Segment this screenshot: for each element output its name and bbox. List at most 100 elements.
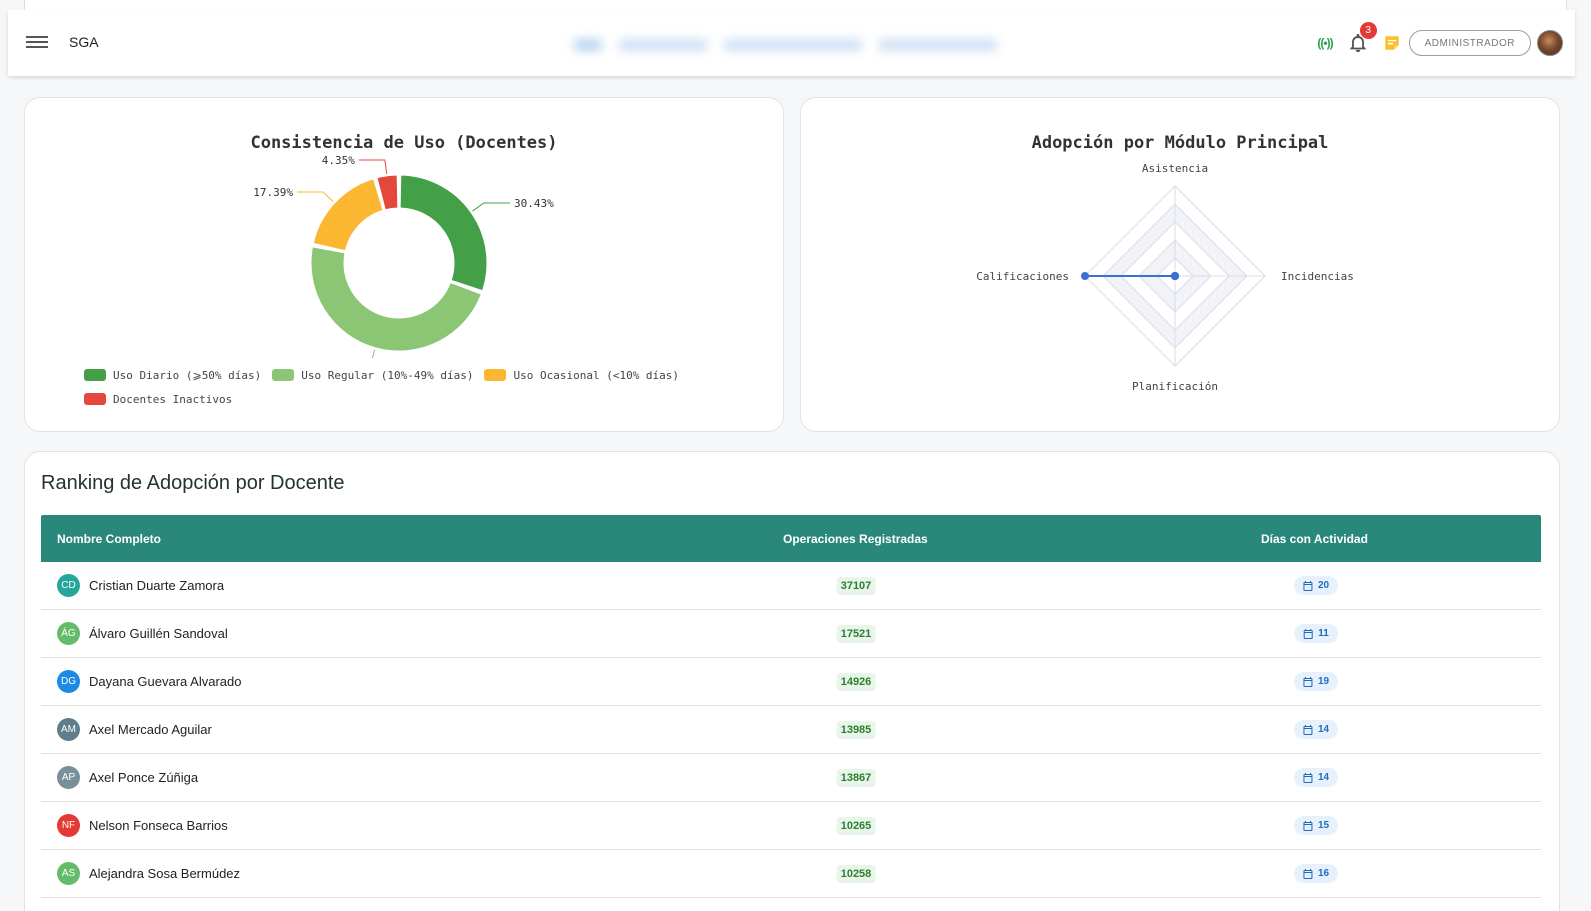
legend-item[interactable]: Uso Ocasional (<10% días)	[484, 369, 679, 382]
teacher-avatar: DG	[57, 670, 80, 693]
column-header-operations[interactable]: Operaciones Registradas	[783, 532, 928, 546]
top-border	[24, 0, 1567, 10]
calendar-icon	[1303, 724, 1313, 735]
toolbar-right: ((•)) 3 ADMINISTRADOR	[1317, 22, 1563, 59]
activity-days-badge: 16	[1293, 864, 1339, 883]
activity-days-value: 16	[1317, 868, 1330, 879]
operations-count-badge: 10258	[836, 865, 876, 883]
operations-count-badge: 37107	[836, 577, 876, 595]
calendar-icon	[1303, 772, 1313, 783]
radar-axis-label: Calificaciones	[976, 270, 1069, 283]
radar-data-point	[1171, 272, 1179, 280]
column-header-days[interactable]: Días con Actividad	[1261, 532, 1368, 546]
ranking-card: Ranking de Adopción por Docente Nombre C…	[24, 451, 1560, 911]
activity-days-badge: 11	[1294, 624, 1338, 643]
legend-label: Docentes Inactivos	[113, 392, 233, 406]
legend-item[interactable]: Uso Diario (⩾50% días)	[84, 369, 261, 382]
activity-days-badge: 15	[1293, 816, 1339, 835]
teacher-name: Álvaro Guillén Sandoval	[89, 626, 228, 641]
radar-data-point	[1081, 272, 1089, 280]
calendar-icon	[1303, 868, 1313, 879]
donut-data-label: 17.39%	[253, 186, 293, 199]
table-row[interactable]: AM Axel Mercado Aguilar 13985 14	[41, 706, 1541, 754]
table-header: Nombre Completo Operaciones Registradas …	[41, 515, 1541, 562]
table-row[interactable]: AP Axel Ponce Zúñiga 13867 14	[41, 754, 1541, 802]
teacher-avatar: ÁG	[57, 622, 80, 645]
donut-leader-line	[472, 202, 510, 212]
legend-item[interactable]: Docentes Inactivos	[84, 393, 232, 406]
module-radar-chart: Asistencia Incidencias Planificación Califi…	[976, 162, 1354, 393]
calendar-icon	[1303, 676, 1313, 687]
top-app-bar: SGA ((•)) 3 ADMINISTRADOR	[8, 10, 1575, 76]
legend-swatch	[84, 393, 106, 405]
radar-axis-label: Planificación	[1132, 380, 1218, 393]
activity-days-badge: 14	[1293, 768, 1339, 787]
operations-count-badge: 13985	[836, 721, 876, 739]
teacher-avatar: NF	[57, 814, 80, 837]
table-row[interactable]: DG Dayana Guevara Alvarado 14926 19	[41, 658, 1541, 706]
legend-label: Uso Regular (10%-49% días)	[301, 368, 474, 382]
usage-legend: Uso Diario (⩾50% días) Uso Regular (10%-4…	[84, 363, 784, 411]
table-row[interactable]: AS Alejandra Sosa Bermúdez 10258 16	[41, 850, 1541, 898]
ranking-table: Nombre Completo Operaciones Registradas …	[41, 515, 1541, 898]
operations-count-badge: 17521	[836, 625, 876, 643]
calendar-icon	[1303, 628, 1313, 639]
connection-status-icon[interactable]: ((•))	[1317, 36, 1333, 50]
donut-data-label: 47.83%	[301, 357, 341, 358]
blurred-navigation	[573, 37, 1003, 53]
teacher-name: Dayana Guevara Alvarado	[89, 674, 242, 689]
donut-leader-line	[358, 159, 388, 174]
calendar-icon	[1303, 820, 1313, 831]
ranking-title: Ranking de Adopción por Docente	[41, 472, 345, 494]
donut-leader-line	[296, 191, 334, 202]
sticky-note-icon[interactable]	[1383, 34, 1401, 52]
calendar-icon	[1303, 580, 1313, 591]
donut-data-label: 4.35%	[322, 154, 355, 167]
activity-days-value: 11	[1318, 628, 1329, 639]
usage-donut-chart: 30.43% 47.83% 17.39% 4.35%	[253, 154, 554, 358]
role-button[interactable]: ADMINISTRADOR	[1408, 30, 1531, 56]
teacher-name: Axel Mercado Aguilar	[89, 722, 212, 737]
radar-axis-label: Asistencia	[1142, 162, 1208, 175]
user-avatar[interactable]	[1537, 30, 1563, 56]
activity-days-value: 20	[1317, 580, 1330, 591]
operations-count-badge: 13867	[836, 769, 876, 787]
teacher-avatar: AP	[57, 766, 80, 789]
teacher-name: Cristian Duarte Zamora	[89, 578, 225, 593]
donut-slice	[312, 178, 384, 252]
donut-leader-line	[371, 349, 376, 358]
legend-item[interactable]: Uso Regular (10%-49% días)	[272, 369, 473, 382]
operations-count-badge: 10265	[836, 817, 876, 835]
usage-consistency-card: Consistencia de Uso (Docentes) 30.43%47.…	[24, 97, 784, 432]
legend-swatch	[484, 369, 507, 381]
activity-days-value: 15	[1317, 820, 1330, 831]
table-body: CD Cristian Duarte Zamora 37107 20 ÁG Álvaro …	[41, 562, 1541, 898]
table-row[interactable]: ÁG Álvaro Guillén Sandoval 17521 11	[41, 610, 1541, 658]
table-row[interactable]: CD Cristian Duarte Zamora 37107 20	[41, 562, 1541, 610]
operations-count-badge: 14926	[836, 673, 876, 691]
donut-slice	[399, 174, 488, 292]
legend-label: Uso Diario (⩾50% días)	[113, 368, 262, 382]
teacher-avatar: AS	[57, 862, 80, 885]
module-adoption-card: Adopción por Módulo Principal Asistencia…	[800, 97, 1560, 432]
notification-count-badge: 3	[1359, 22, 1377, 39]
notifications-button[interactable]: 3	[1347, 22, 1377, 55]
teacher-name: Alejandra Sosa Bermúdez	[89, 866, 241, 881]
legend-swatch	[272, 369, 295, 381]
legend-swatch	[84, 369, 106, 381]
brand-title: SGA	[69, 34, 99, 50]
activity-days-value: 14	[1317, 724, 1330, 735]
activity-days-badge: 20	[1293, 576, 1339, 595]
menu-icon[interactable]	[26, 33, 48, 53]
donut-data-label: 30.43%	[514, 197, 554, 210]
teacher-name: Nelson Fonseca Barrios	[89, 818, 228, 833]
teacher-avatar: AM	[57, 718, 80, 741]
activity-days-badge: 19	[1293, 672, 1339, 691]
activity-days-badge: 14	[1293, 720, 1339, 739]
table-row[interactable]: NF Nelson Fonseca Barrios 10265 15	[41, 802, 1541, 850]
radar-axis-label: Incidencias	[1281, 270, 1354, 283]
teacher-avatar: CD	[57, 574, 80, 597]
activity-days-value: 14	[1317, 772, 1330, 783]
column-header-name[interactable]: Nombre Completo	[57, 532, 161, 546]
activity-days-value: 19	[1317, 676, 1330, 687]
